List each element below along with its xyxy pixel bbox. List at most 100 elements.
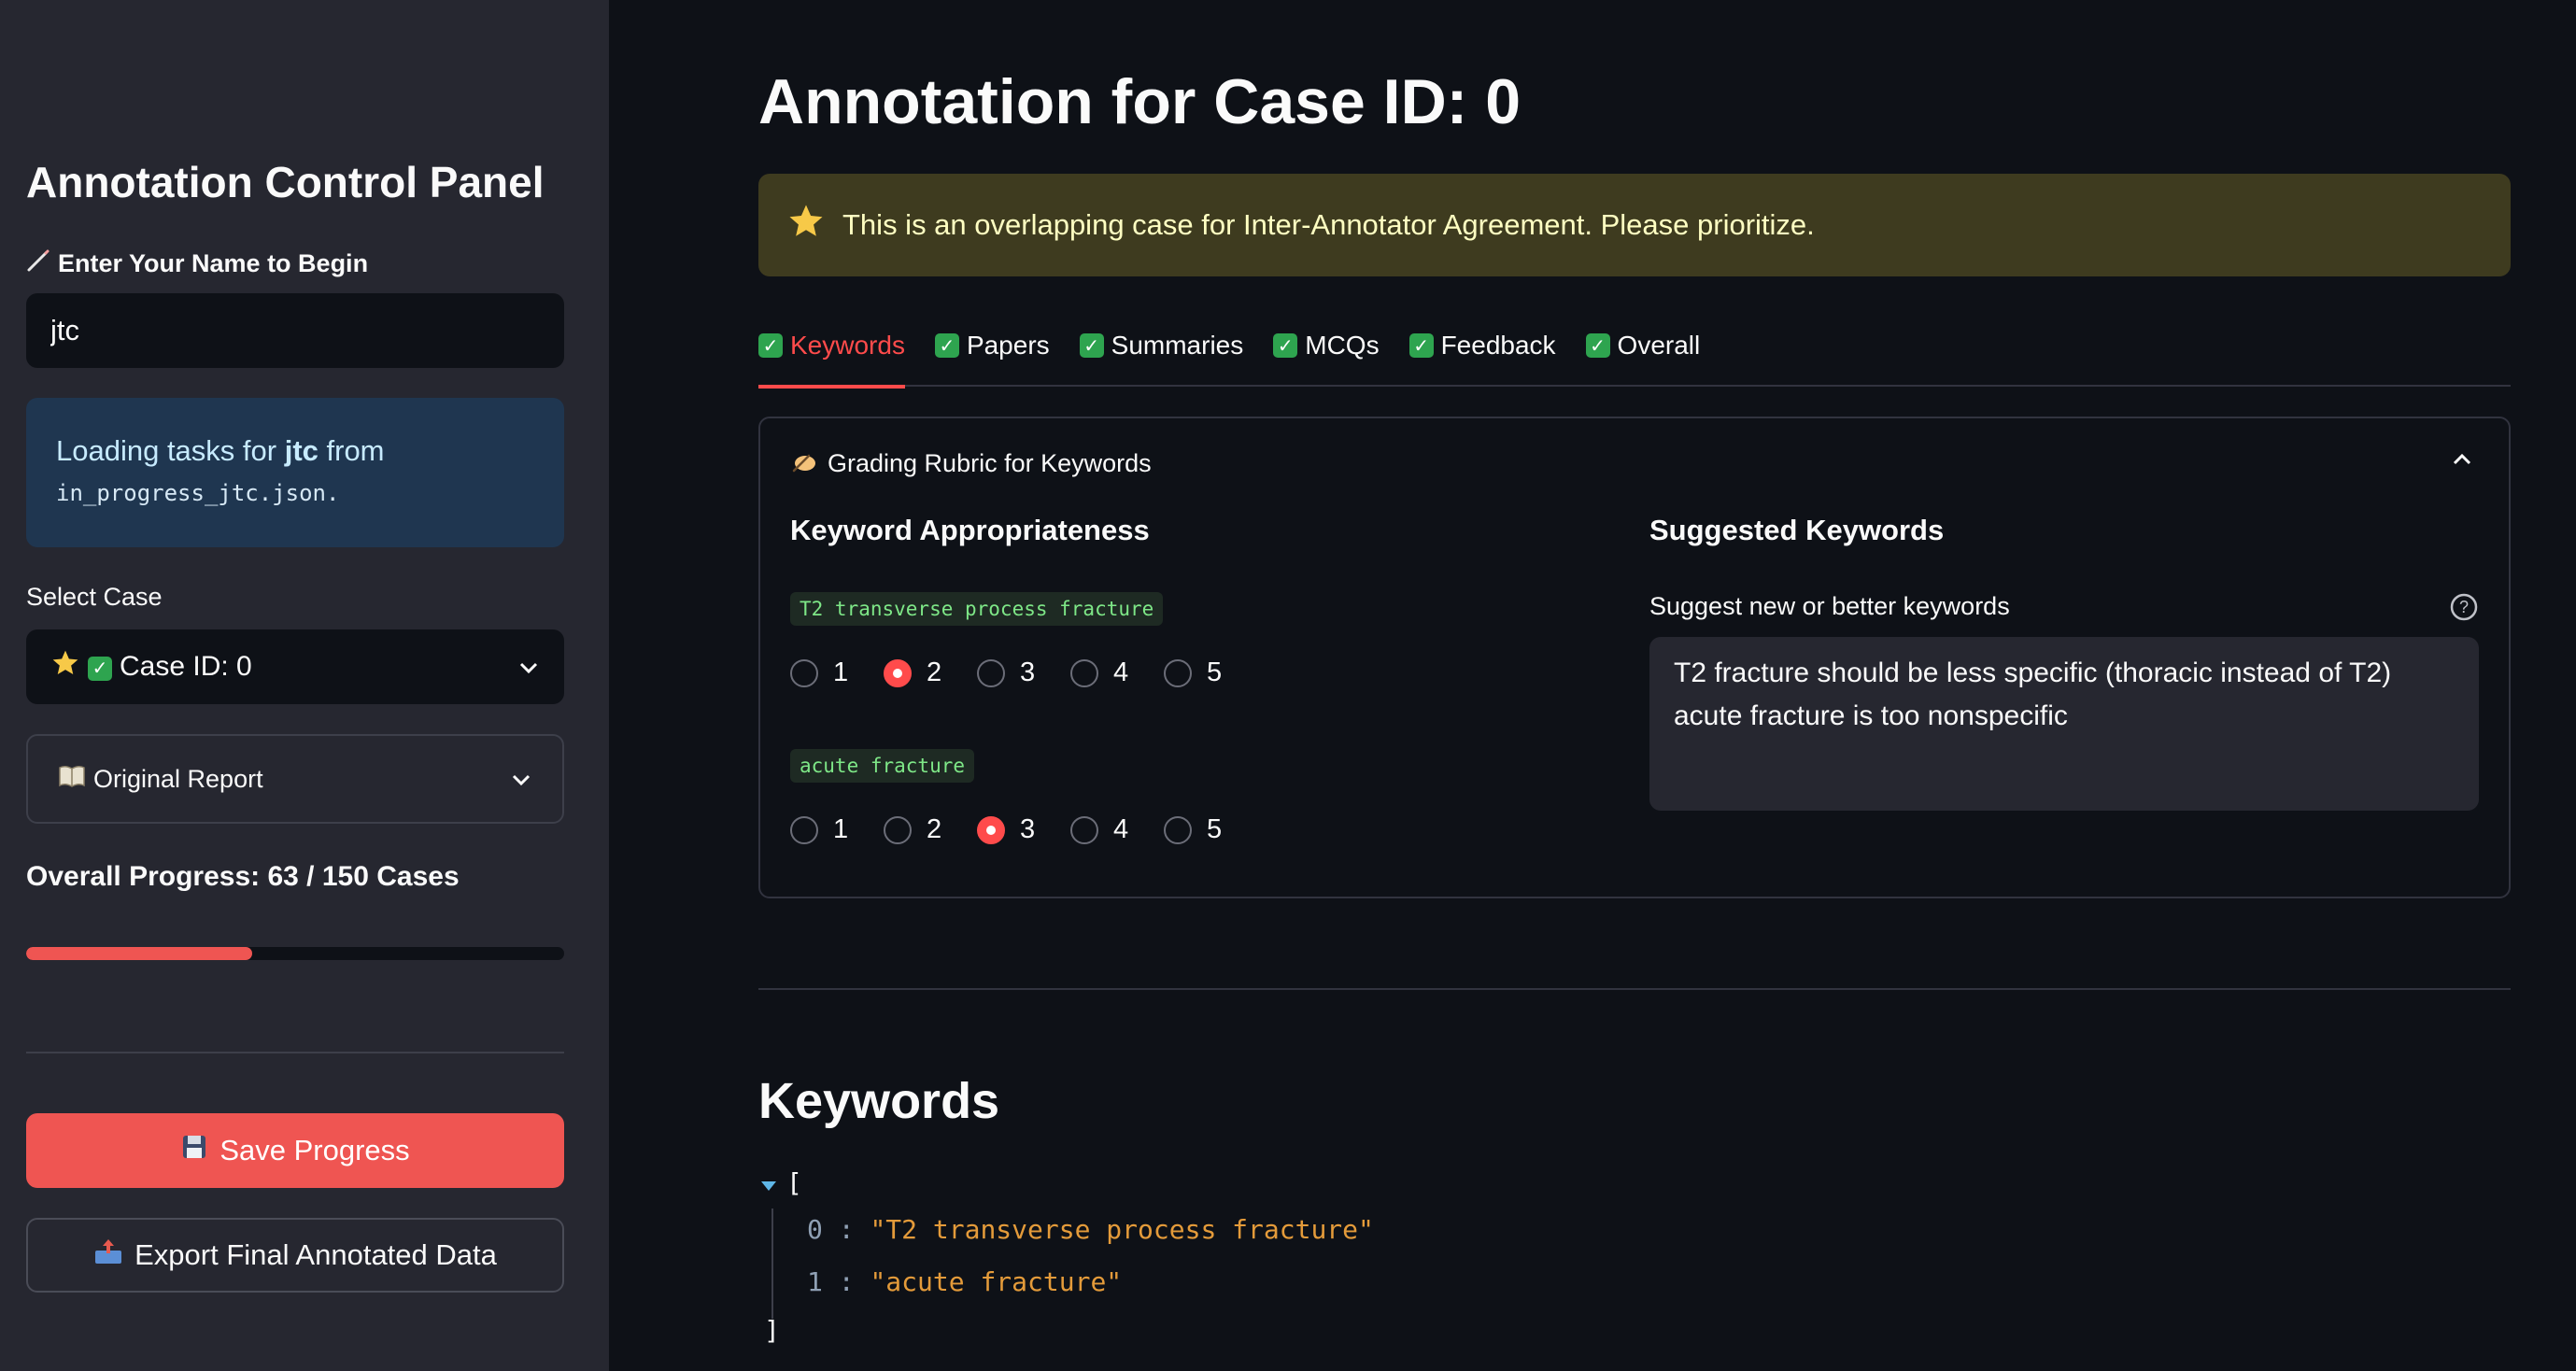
keyword-chip: T2 transverse process fracture bbox=[790, 592, 1164, 626]
page-title: Annotation for Case ID: 0 bbox=[758, 66, 1522, 137]
radio-icon bbox=[1070, 658, 1098, 687]
rating-label: 4 bbox=[1113, 657, 1129, 687]
rating-label: 3 bbox=[1020, 657, 1036, 687]
rating-option-3[interactable]: 3 bbox=[977, 814, 1070, 845]
check-icon: ✓ bbox=[1585, 333, 1610, 358]
outbox-tray-icon bbox=[93, 1237, 123, 1273]
radio-icon bbox=[1070, 815, 1098, 844]
check-icon: ✓ bbox=[1273, 333, 1298, 358]
rating-label: 2 bbox=[927, 814, 942, 844]
export-data-label: Export Final Annotated Data bbox=[134, 1238, 497, 1271]
check-icon: ✓ bbox=[1408, 333, 1434, 358]
info-filename: in_progress_jtc.json. bbox=[56, 480, 340, 506]
tab-bar: ✓ Keywords ✓ Papers ✓ Summaries ✓ MCQs ✓… bbox=[758, 327, 2511, 389]
rating-option-1[interactable]: 1 bbox=[790, 814, 884, 845]
save-progress-label: Save Progress bbox=[219, 1134, 410, 1166]
writing-hand-icon bbox=[790, 448, 818, 479]
json-value: "acute fracture" bbox=[870, 1266, 1123, 1297]
rating-label: 4 bbox=[1113, 814, 1129, 844]
tab-mcqs[interactable]: ✓ MCQs bbox=[1273, 327, 1380, 387]
keyword-chip: acute fracture bbox=[790, 749, 975, 783]
book-icon bbox=[58, 764, 86, 795]
original-report-header: Original Report bbox=[58, 764, 263, 795]
json-close-bracket: ] bbox=[764, 1315, 780, 1346]
grading-rubric-expander: Grading Rubric for Keywords Keyword Appr… bbox=[758, 417, 2511, 898]
json-item: 1 : "acute fracture" bbox=[807, 1266, 1123, 1297]
export-data-button[interactable]: Export Final Annotated Data bbox=[26, 1218, 564, 1293]
tab-label: Overall bbox=[1617, 331, 1701, 360]
save-progress-button[interactable]: Save Progress bbox=[26, 1113, 564, 1188]
case-select[interactable]: ✓ Case ID: 0 bbox=[26, 629, 564, 704]
radio-icon bbox=[790, 658, 818, 687]
rating-option-5[interactable]: 5 bbox=[1164, 814, 1257, 845]
sidebar: Annotation Control Panel Enter Your Name… bbox=[0, 0, 609, 1371]
info-suffix: from bbox=[318, 434, 385, 467]
radio-icon bbox=[977, 815, 1005, 844]
tab-keywords[interactable]: ✓ Keywords bbox=[758, 327, 905, 389]
chevron-up-icon[interactable] bbox=[2451, 452, 2473, 472]
rating-label: 3 bbox=[1020, 814, 1036, 844]
rating-option-3[interactable]: 3 bbox=[977, 657, 1070, 688]
check-icon: ✓ bbox=[934, 333, 959, 358]
case-select-value: ✓ Case ID: 0 bbox=[50, 648, 252, 686]
tab-label: Summaries bbox=[1111, 331, 1244, 360]
suggest-keywords-label: Suggest new or better keywords bbox=[1649, 592, 2010, 620]
progress-bar bbox=[26, 947, 564, 960]
json-guide-line bbox=[771, 1208, 773, 1319]
rating-option-1[interactable]: 1 bbox=[790, 657, 884, 688]
name-input[interactable] bbox=[26, 293, 564, 368]
keyword-appropriateness-title: Keyword Appropriateness bbox=[790, 514, 1150, 546]
rating-option-2[interactable]: 2 bbox=[884, 657, 977, 688]
tab-feedback[interactable]: ✓ Feedback bbox=[1408, 327, 1556, 387]
rating-label: 1 bbox=[833, 814, 849, 844]
tab-label: Keywords bbox=[790, 331, 905, 360]
json-open-row[interactable]: [ bbox=[760, 1167, 802, 1198]
tab-papers[interactable]: ✓ Papers bbox=[934, 327, 1050, 387]
check-icon: ✓ bbox=[1079, 333, 1104, 358]
rating-option-4[interactable]: 4 bbox=[1070, 657, 1164, 688]
select-case-label: Select Case bbox=[26, 583, 163, 611]
check-icon: ✓ bbox=[758, 333, 783, 358]
info-prefix: Loading tasks for bbox=[56, 434, 285, 467]
json-item: 0 : "T2 transverse process fracture" bbox=[807, 1214, 1374, 1245]
rating-option-5[interactable]: 5 bbox=[1164, 657, 1257, 688]
rating-option-4[interactable]: 4 bbox=[1070, 814, 1164, 845]
case-select-text: Case ID: 0 bbox=[120, 651, 252, 682]
json-index: 0 bbox=[807, 1214, 823, 1245]
star-icon bbox=[50, 648, 80, 686]
suggest-keywords-textarea[interactable]: T2 fracture should be less specific (tho… bbox=[1649, 637, 2479, 811]
rating-option-2[interactable]: 2 bbox=[884, 814, 977, 845]
rating-label: 2 bbox=[927, 657, 942, 687]
radio-icon bbox=[884, 658, 912, 687]
check-icon: ✓ bbox=[88, 656, 112, 681]
pencil-icon bbox=[26, 248, 50, 279]
priority-alert-text: This is an overlapping case for Inter-An… bbox=[842, 208, 1815, 241]
original-report-expander[interactable]: Original Report bbox=[26, 734, 564, 824]
progress-fill bbox=[26, 947, 252, 960]
rating-label: 5 bbox=[1207, 657, 1223, 687]
radio-icon bbox=[884, 815, 912, 844]
chevron-down-icon bbox=[510, 765, 532, 794]
floppy-disk-icon bbox=[180, 1133, 208, 1168]
info-box: Loading tasks for jtc from in_progress_j… bbox=[26, 398, 564, 547]
tab-label: Feedback bbox=[1440, 331, 1556, 360]
keywords-heading: Keywords bbox=[758, 1073, 1000, 1129]
json-open-bracket: [ bbox=[786, 1167, 802, 1198]
progress-label: Overall Progress: 63 / 150 Cases bbox=[26, 861, 460, 892]
sidebar-title: Annotation Control Panel bbox=[26, 158, 545, 206]
chevron-down-icon bbox=[517, 651, 540, 683]
svg-text:?: ? bbox=[2459, 598, 2469, 616]
help-icon[interactable]: ? bbox=[2449, 592, 2479, 627]
json-value: "T2 transverse process fracture" bbox=[870, 1214, 1374, 1245]
rating-label: 5 bbox=[1207, 814, 1223, 844]
radio-icon bbox=[1164, 658, 1192, 687]
tab-overall[interactable]: ✓ Overall bbox=[1585, 327, 1701, 387]
grading-rubric-header[interactable]: Grading Rubric for Keywords bbox=[790, 448, 1152, 479]
json-index: 1 bbox=[807, 1266, 823, 1297]
keyword-rating-group: 1 2 3 4 5 bbox=[790, 657, 1257, 688]
caret-down-icon bbox=[760, 1167, 777, 1198]
tab-summaries[interactable]: ✓ Summaries bbox=[1079, 327, 1244, 387]
name-label: Enter Your Name to Begin bbox=[26, 248, 368, 279]
grading-rubric-title: Grading Rubric for Keywords bbox=[828, 449, 1152, 477]
info-user: jtc bbox=[284, 434, 318, 467]
